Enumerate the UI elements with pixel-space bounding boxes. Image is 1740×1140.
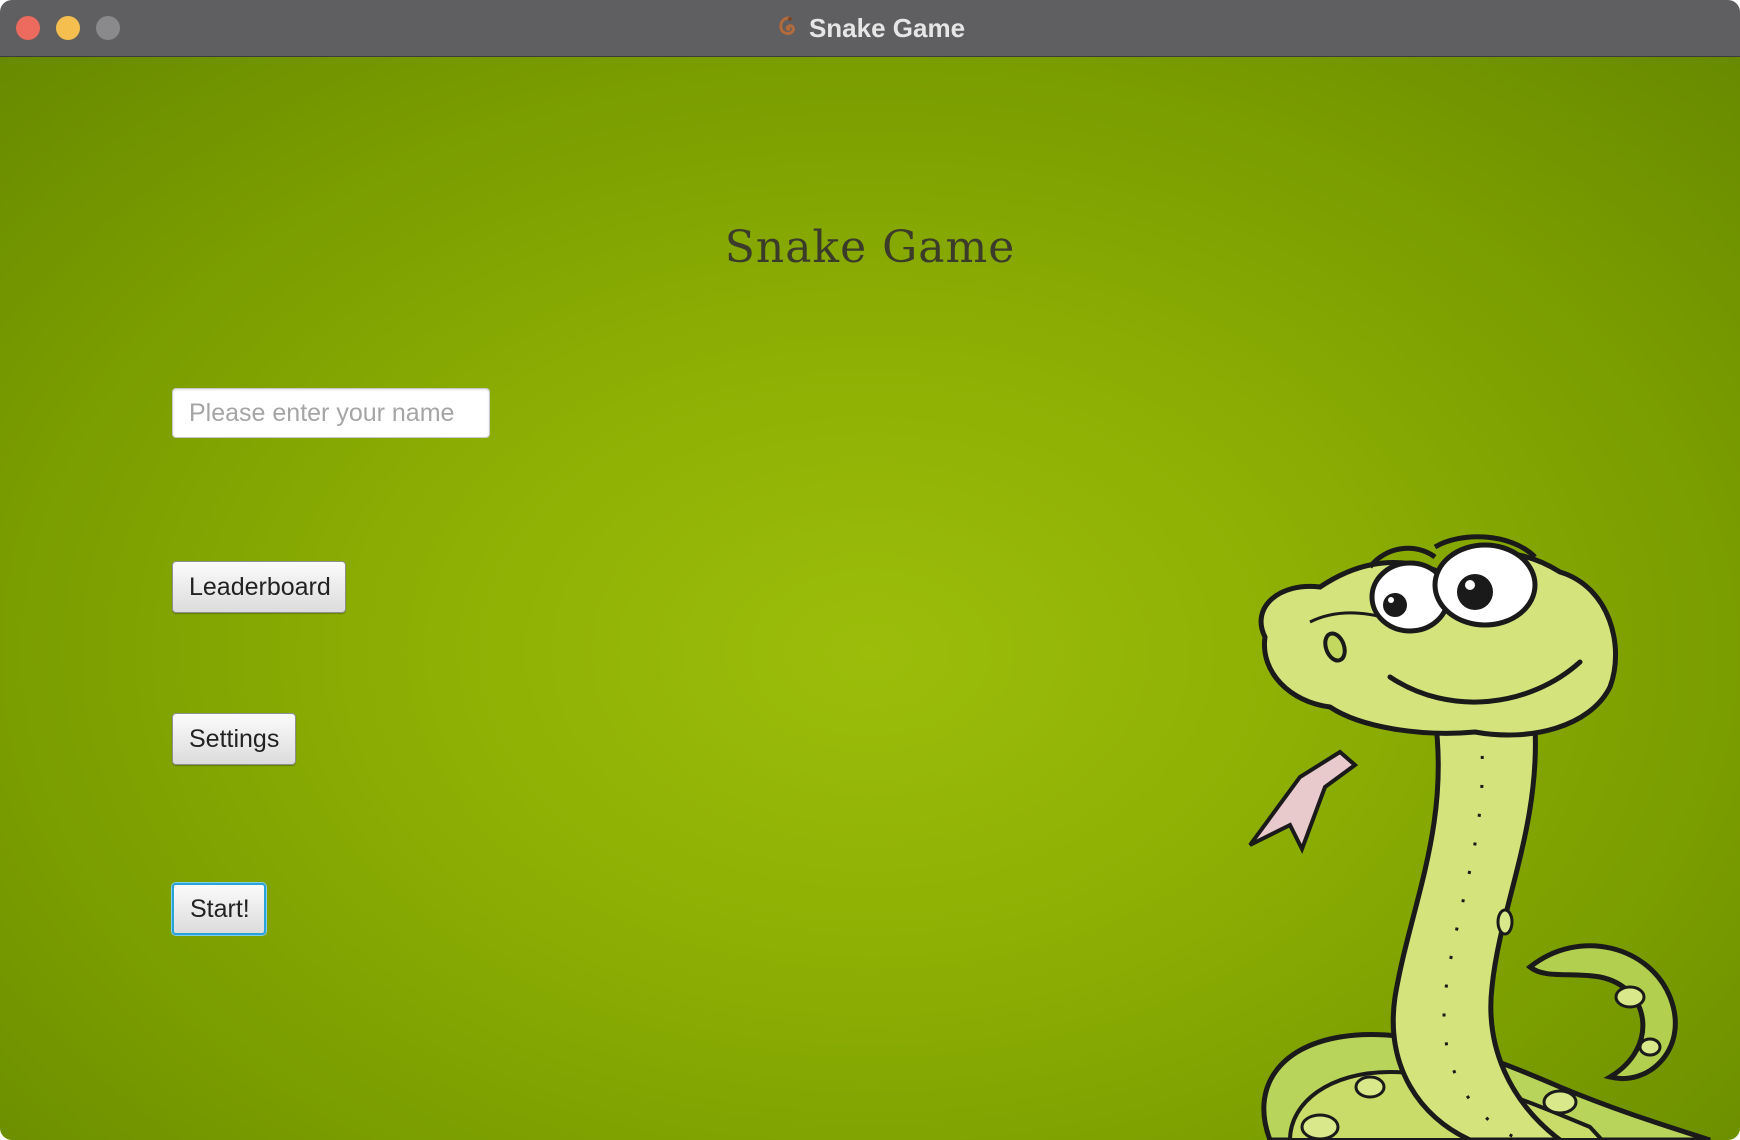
window-title: Snake Game <box>808 12 966 43</box>
app-window: Snake Game Snake Game Leaderboard Settin… <box>0 0 1740 1140</box>
start-button[interactable]: Start! <box>172 883 266 935</box>
settings-button[interactable]: Settings <box>172 713 296 765</box>
leaderboard-button[interactable]: Leaderboard <box>172 561 346 613</box>
player-name-input[interactable] <box>172 388 490 438</box>
window-title-group: Snake Game <box>0 0 1740 56</box>
game-title: Snake Game <box>724 222 1016 273</box>
main-menu: Snake Game Leaderboard Settings Start! <box>0 57 1740 1140</box>
title-bar[interactable]: Snake Game <box>0 0 1740 57</box>
snake-app-icon <box>779 16 795 35</box>
snake-mascot-illustration <box>1248 534 1711 1140</box>
